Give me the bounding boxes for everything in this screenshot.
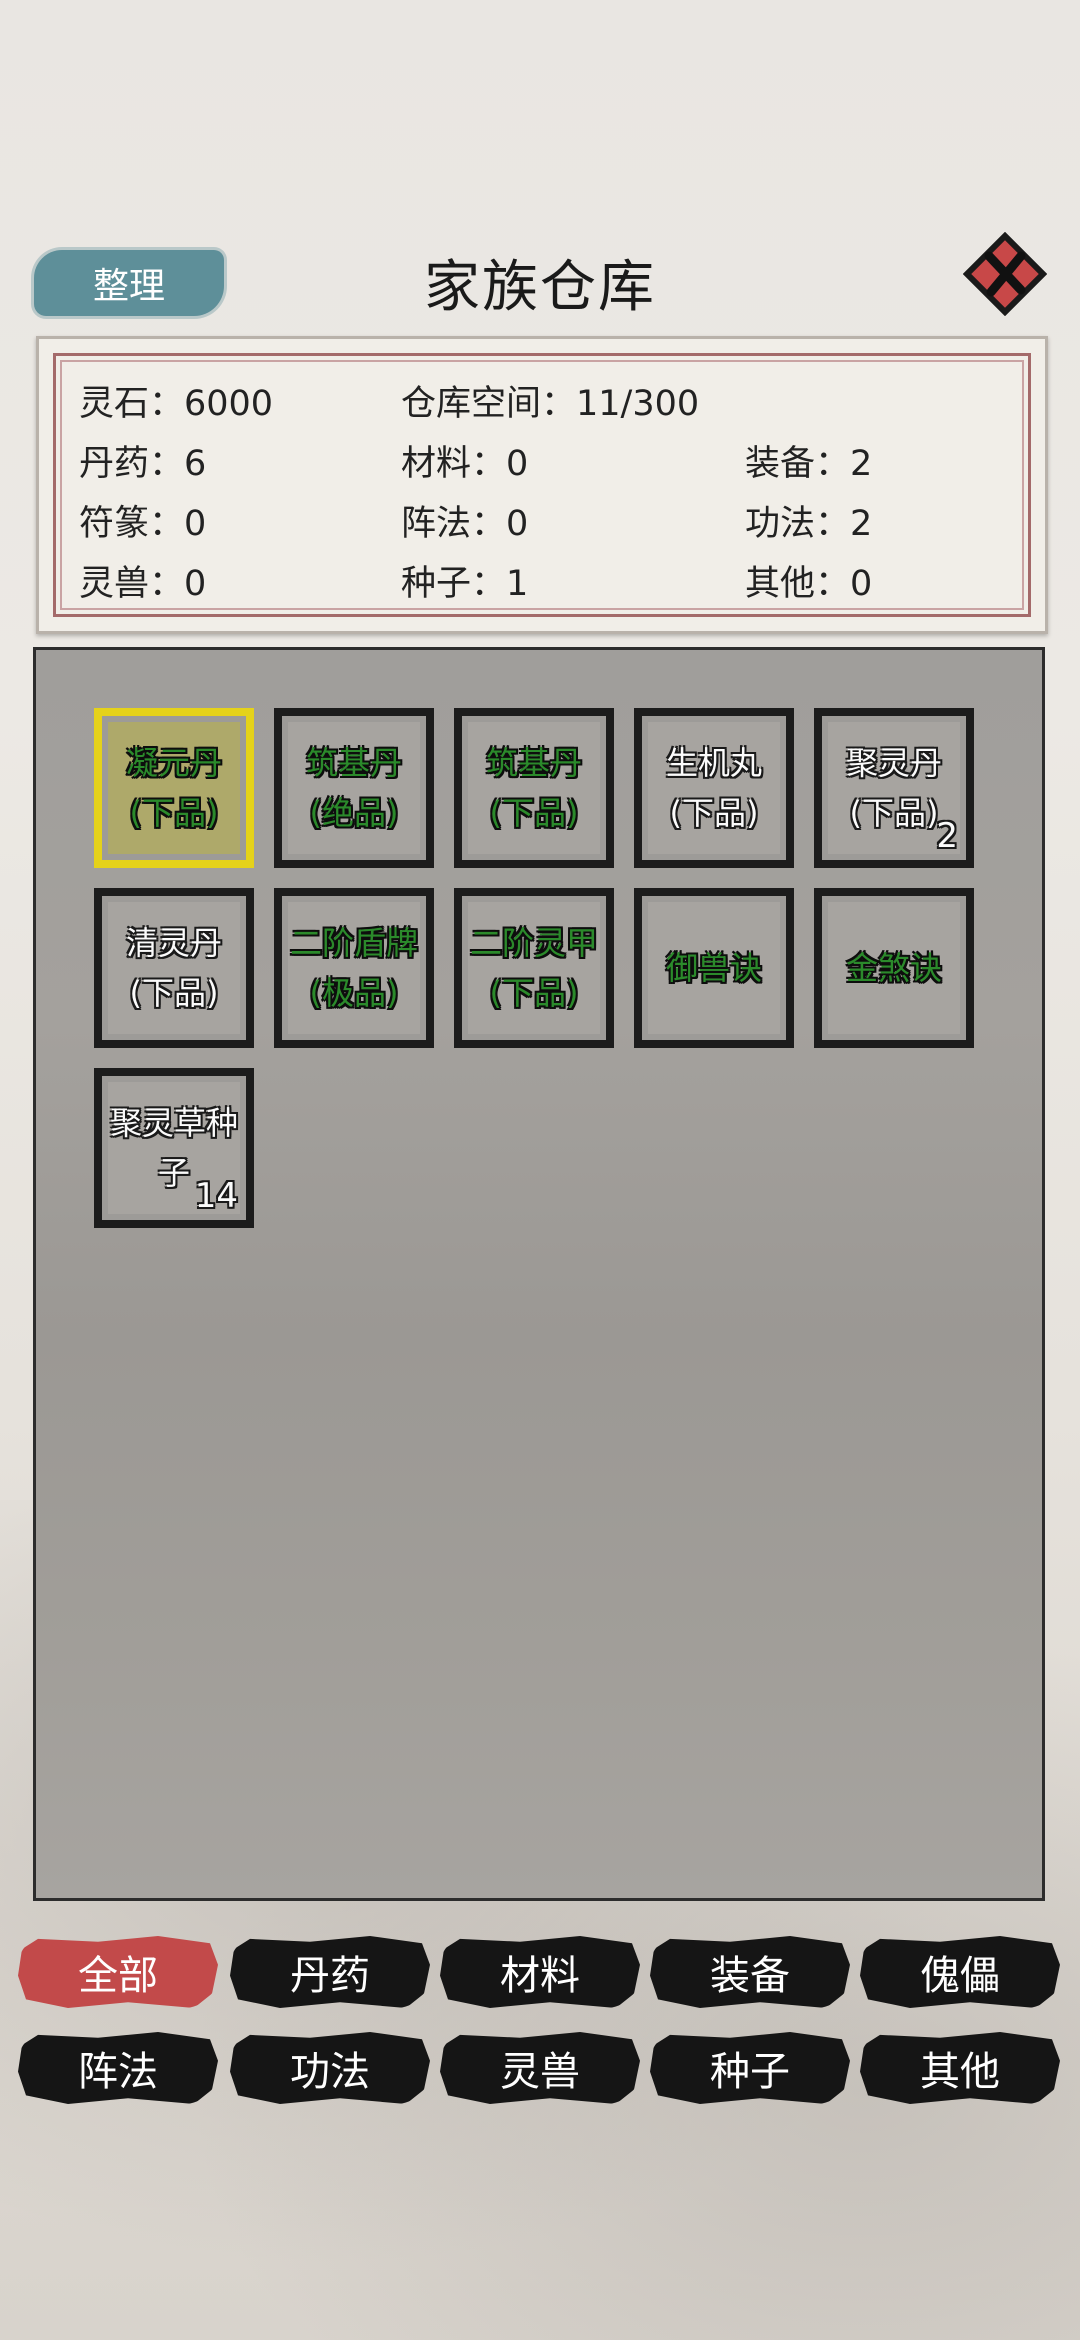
item-slot[interactable]: 御兽诀 [634,888,794,1048]
item-name: 聚灵草种 [109,1104,238,1142]
item-name: 二阶盾牌 [289,924,418,962]
warehouse-stats-panel: 灵石：6000 仓库空间：11/300 丹药：6 材料：0 装备：2 符篆：0 … [36,336,1048,634]
stat-talismans: 符篆：0 [79,504,207,544]
stat-others: 其他：0 [745,564,873,604]
item-slot[interactable]: 聚灵丹 (下品) 2 [814,708,974,868]
stat-pills: 丹药：6 [79,444,207,484]
stat-materials: 材料：0 [401,444,529,484]
stat-capacity: 仓库空间：11/300 [401,384,700,424]
item-slot[interactable]: 清灵丹 (下品) [94,888,254,1048]
tab-equipment[interactable]: 装备 [650,1936,850,2008]
item-slot[interactable]: 筑基丹 (下品) [454,708,614,868]
item-name: 凝元丹 [125,744,222,782]
item-count: 14 [194,1176,238,1216]
item-grade: (下品) [489,974,579,1012]
item-grid-panel: 凝元丹 (下品) 筑基丹 (绝品) 筑基丹 (下品) 生机丸 (下品) 聚灵丹 (下品) … [33,647,1045,1901]
stat-beasts: 灵兽：0 [79,564,207,604]
stat-seeds: 种子：1 [401,564,529,604]
item-slot[interactable]: 金煞诀 [814,888,974,1048]
item-slot[interactable]: 筑基丹 (绝品) [274,708,434,868]
item-grade: (下品) [849,794,939,832]
sort-button[interactable]: 整理 [34,250,224,316]
stat-techniques: 功法：2 [745,504,873,544]
item-name: 筑基丹 [305,744,402,782]
item-grade: (极品) [309,974,399,1012]
close-icon [962,231,1048,317]
stat-spirit-stone: 灵石：6000 [79,384,274,424]
tab-pills[interactable]: 丹药 [230,1936,430,2008]
item-count: 2 [936,816,958,856]
item-name: 生机丸 [665,744,762,782]
item-slot[interactable]: 二阶盾牌 (极品) [274,888,434,1048]
item-name: 清灵丹 [125,924,222,962]
item-name: 聚灵丹 [845,744,942,782]
item-grade: (绝品) [309,794,399,832]
tab-materials[interactable]: 材料 [440,1936,640,2008]
tab-techniques[interactable]: 功法 [230,2032,430,2104]
tab-beasts[interactable]: 灵兽 [440,2032,640,2104]
tab-others[interactable]: 其他 [860,2032,1060,2104]
item-slot[interactable]: 生机丸 (下品) [634,708,794,868]
page-title: 家族仓库 [424,255,656,320]
tab-formations[interactable]: 阵法 [18,2032,218,2104]
tab-seeds[interactable]: 种子 [650,2032,850,2104]
item-grade: (下品) [489,794,579,832]
item-name: 御兽诀 [665,949,762,987]
item-slot[interactable]: 聚灵草种子 14 [94,1068,254,1228]
item-name: 二阶灵甲 [469,924,598,962]
tab-all[interactable]: 全部 [18,1936,218,2008]
item-slot[interactable]: 二阶灵甲 (下品) [454,888,614,1048]
stat-equipment: 装备：2 [745,444,873,484]
stat-formations: 阵法：0 [401,504,529,544]
item-grade: (下品) [669,794,759,832]
item-grade: (下品) [129,974,219,1012]
item-name: 筑基丹 [485,744,582,782]
tab-puppets[interactable]: 傀儡 [860,1936,1060,2008]
item-name: 金煞诀 [845,949,942,987]
item-grade: (下品) [129,794,219,832]
close-button[interactable] [962,231,1048,317]
item-slot[interactable]: 凝元丹 (下品) [94,708,254,868]
